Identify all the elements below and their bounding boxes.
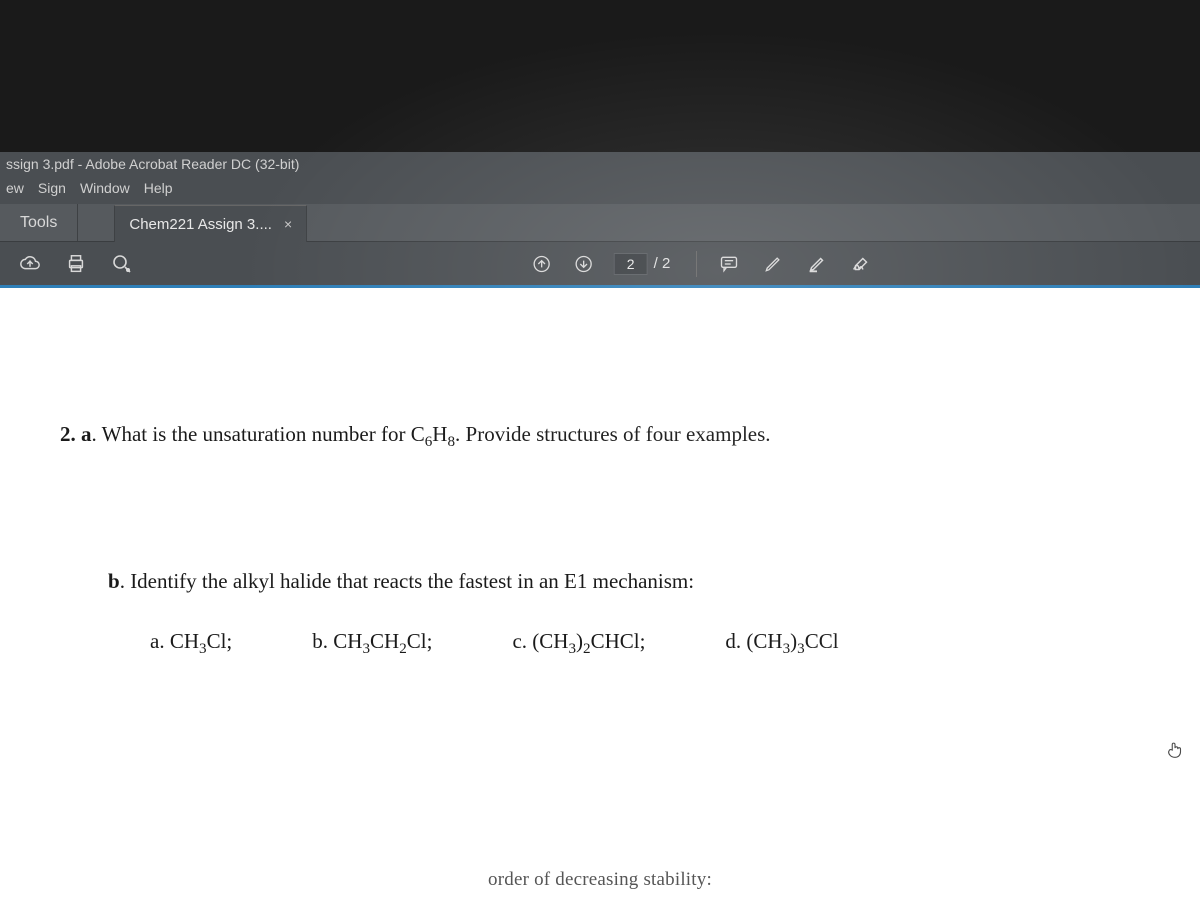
answer-options: a. CH3Cl; b. CH3CH2Cl; c. (CH3)2CHCl; d.… bbox=[150, 625, 1140, 662]
highlight-icon[interactable] bbox=[805, 252, 829, 276]
option-a: a. CH3Cl; bbox=[150, 625, 232, 662]
page-down-icon[interactable] bbox=[572, 252, 596, 276]
page-up-icon[interactable] bbox=[530, 252, 554, 276]
comment-icon[interactable] bbox=[717, 252, 741, 276]
option-b: b. CH3CH2Cl; bbox=[312, 625, 432, 662]
question-2a: 2. a. What is the unsaturation number fo… bbox=[60, 418, 1140, 455]
question-number: 2. a bbox=[60, 422, 92, 446]
tab-label: Chem221 Assign 3.... bbox=[129, 216, 272, 233]
toolbar: / 2 bbox=[0, 242, 1200, 288]
pen-icon[interactable] bbox=[761, 252, 785, 276]
option-c: c. (CH3)2CHCl; bbox=[512, 625, 645, 662]
sign-icon[interactable] bbox=[849, 252, 873, 276]
toolbar-divider bbox=[696, 251, 697, 277]
menu-help[interactable]: Help bbox=[144, 180, 173, 202]
menu-window[interactable]: Window bbox=[80, 180, 130, 202]
page-indicator: / 2 bbox=[614, 253, 671, 275]
page-number-input[interactable] bbox=[614, 253, 648, 275]
close-icon[interactable]: × bbox=[284, 216, 292, 232]
hand-cursor-icon bbox=[1164, 738, 1186, 760]
search-icon[interactable] bbox=[110, 252, 134, 276]
tab-tools[interactable]: Tools bbox=[0, 204, 78, 241]
option-d: d. (CH3)3CCl bbox=[725, 625, 838, 662]
tab-bar: Tools Chem221 Assign 3.... × bbox=[0, 204, 1200, 242]
pdf-page: 2. a. What is the unsaturation number fo… bbox=[0, 288, 1200, 900]
app-window: ssign 3.pdf - Adobe Acrobat Reader DC (3… bbox=[0, 152, 1200, 288]
document-viewport[interactable]: 2. a. What is the unsaturation number fo… bbox=[0, 288, 1200, 900]
print-icon[interactable] bbox=[64, 252, 88, 276]
page-total: / 2 bbox=[654, 255, 671, 272]
menu-sign[interactable]: Sign bbox=[38, 180, 66, 202]
menu-view[interactable]: ew bbox=[6, 180, 24, 202]
question-2b: b. Identify the alkyl halide that reacts… bbox=[108, 565, 1140, 598]
menubar: ew Sign Window Help bbox=[0, 178, 1200, 204]
tab-document-active[interactable]: Chem221 Assign 3.... × bbox=[114, 205, 307, 242]
cutoff-text: order of decreasing stability: bbox=[488, 865, 712, 894]
save-cloud-icon[interactable] bbox=[18, 252, 42, 276]
window-title: ssign 3.pdf - Adobe Acrobat Reader DC (3… bbox=[0, 152, 1200, 178]
